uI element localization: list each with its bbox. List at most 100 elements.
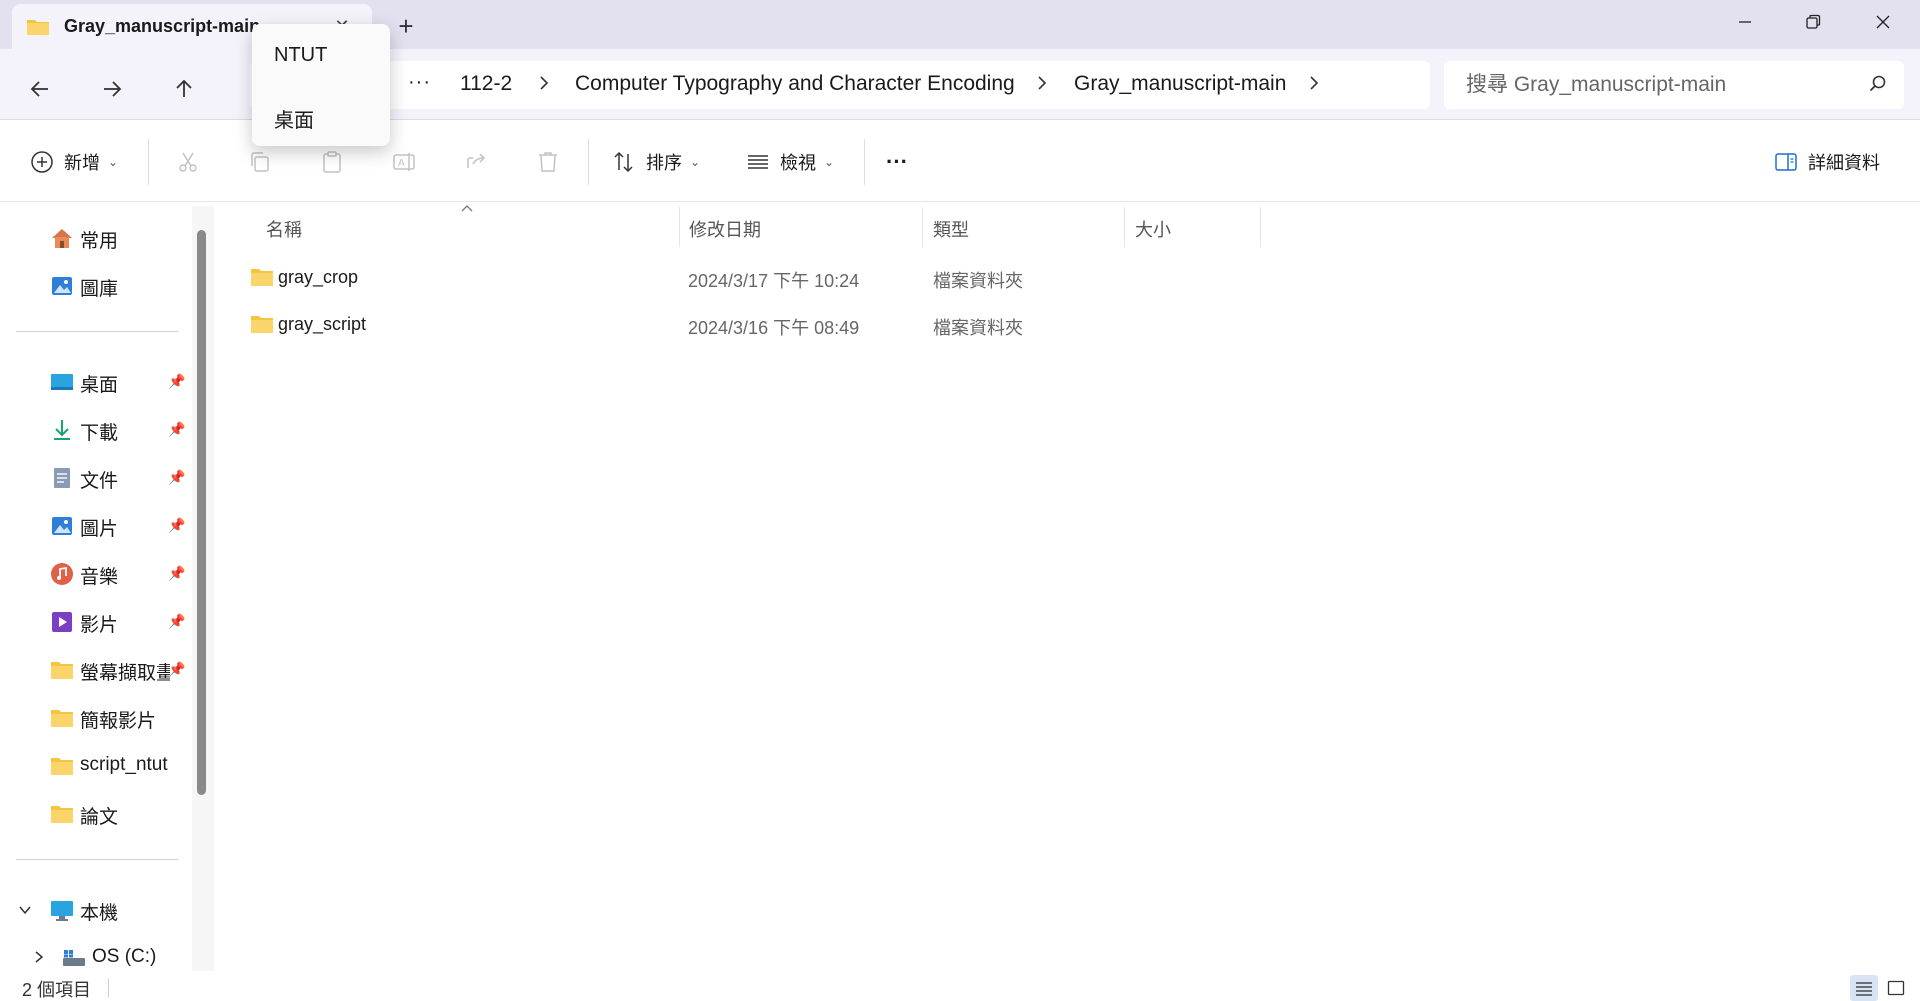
new-tab-button[interactable]: + [390,10,422,42]
column-divider[interactable] [922,207,923,247]
sidebar-item-label: 螢幕擷取畫面 [80,663,170,684]
arrow-left-icon [30,81,48,97]
breadcrumb-overflow-button[interactable]: ··· [408,71,431,94]
chevron-right-icon[interactable] [32,950,46,964]
scissors-icon [179,152,197,172]
sidebar-item-label: 簡報影片 [80,711,157,732]
breadcrumb-course[interactable]: Computer Typography and Character Encodi… [575,72,1015,96]
sidebar-item-presentation-videos[interactable]: 簡報影片 [0,697,186,737]
status-divider [108,979,109,997]
pin-icon[interactable]: 📌 [168,421,185,438]
thumbnail-view-icon [1887,980,1905,996]
sidebar-scrollbar-thumb[interactable] [197,230,206,795]
pin-icon[interactable]: 📌 [168,661,185,678]
view-button[interactable]: 檢視 ⌄ [746,141,834,183]
cut-button[interactable] [176,141,200,183]
chevron-right-icon[interactable] [538,73,550,93]
view-list-icon [748,155,768,169]
menu-item-desktop[interactable]: 桌面 [274,104,314,133]
chevron-down-icon: ⌄ [108,155,119,169]
sidebar-item-pictures[interactable]: 圖片 📌 [0,505,186,545]
sidebar-item-label: script_ntut [80,754,168,775]
sidebar-item-script-ntut[interactable]: script_ntut [0,745,186,785]
forward-button[interactable] [92,69,132,109]
restore-button[interactable] [1778,0,1848,44]
chevron-down-icon[interactable] [18,903,32,917]
sidebar-item-music[interactable]: 音樂 📌 [0,553,186,593]
sidebar-item-screenshots[interactable]: 螢幕擷取畫面 📌 [0,649,186,689]
home-icon [52,229,72,248]
pin-icon[interactable]: 📌 [168,517,185,534]
delete-button[interactable] [536,141,560,183]
menu-item-ntut[interactable]: NTUT [274,44,327,67]
sidebar-item-label: 音樂 [80,567,119,588]
details-pane-button[interactable]: 詳細資料 [1774,141,1880,183]
pin-icon[interactable]: 📌 [168,373,185,390]
desktop-icon [51,374,73,390]
sidebar-item-os-drive[interactable]: OS (C:) [0,937,186,977]
sort-icon [614,151,633,173]
drive-icon [63,950,85,966]
sidebar-item-thesis[interactable]: 論文 [0,793,186,833]
pin-icon[interactable]: 📌 [168,565,185,582]
minimize-icon [1739,21,1751,23]
folder-icon [27,19,49,35]
details-label: 詳細資料 [1808,153,1880,173]
column-divider[interactable] [1124,207,1125,247]
share-button[interactable] [464,141,488,183]
sort-label: 排序 [646,153,682,173]
svg-text:A: A [398,158,405,169]
sidebar-item-gallery[interactable]: 圖庫 [0,265,186,305]
status-bar: 2 個項目 [0,973,1920,1001]
minimize-button[interactable] [1710,0,1780,44]
chevron-right-icon[interactable] [1308,73,1320,93]
breadcrumb-current[interactable]: Gray_manuscript-main [1074,72,1286,96]
copy-button[interactable] [248,141,272,183]
sidebar-item-desktop[interactable]: 桌面 📌 [0,361,186,401]
thumbnail-view-toggle[interactable] [1882,975,1910,1001]
sidebar-item-documents[interactable]: 文件 📌 [0,457,186,497]
breadcrumb-112-2[interactable]: 112-2 [460,72,512,96]
search-input[interactable] [1466,71,1846,99]
folder-icon [51,806,73,823]
sidebar-item-this-pc[interactable]: 本機 [0,889,186,929]
sidebar-item-label: OS (C:) [92,946,157,967]
folder-icon [51,710,73,727]
details-view-icon [1856,982,1872,996]
arrow-right-icon [104,81,122,97]
rename-icon: A [393,153,415,171]
column-divider[interactable] [1260,207,1261,247]
trash-icon [539,152,557,172]
column-header-type[interactable]: 類型 [933,211,969,247]
column-header-size[interactable]: 大小 [1135,211,1171,247]
details-view-toggle[interactable] [1850,975,1878,1001]
more-options-button[interactable]: ··· [886,141,908,183]
back-button[interactable] [20,69,60,109]
pin-icon[interactable]: 📌 [168,613,185,630]
close-window-button[interactable] [1848,0,1918,44]
chevron-right-icon[interactable] [1036,73,1048,93]
search-box[interactable] [1444,61,1904,109]
file-name: gray_script [278,314,367,334]
sidebar-item-label: 下載 [80,423,119,444]
sidebar-item-videos[interactable]: 影片 📌 [0,601,186,641]
rename-button[interactable]: A [392,141,416,183]
toolbar-divider [864,139,865,185]
file-row[interactable]: gray_script 2024/3/16 下午 08:49 檔案資料夾 [236,302,1316,346]
column-divider[interactable] [679,207,680,247]
new-button[interactable]: 新增 ⌄ [30,141,118,183]
search-icon[interactable] [1868,74,1888,94]
sidebar-item-label: 本機 [80,903,119,924]
column-header-modified[interactable]: 修改日期 [689,211,761,247]
chevron-down-icon: ⌄ [824,155,835,169]
sidebar-item-downloads[interactable]: 下載 📌 [0,409,186,449]
sidebar-item-home[interactable]: 常用 [0,217,186,257]
up-button[interactable] [164,69,204,109]
column-header-name[interactable]: 名稱 [266,211,302,247]
view-label: 檢視 [780,153,816,173]
sort-button[interactable]: 排序 ⌄ [612,141,700,183]
file-row[interactable]: gray_crop 2024/3/17 下午 10:24 檔案資料夾 [236,255,1316,299]
address-bar[interactable]: ··· 112-2 Computer Typography and Charac… [250,61,1430,109]
pin-icon[interactable]: 📌 [168,469,185,486]
paste-button[interactable] [320,141,344,183]
